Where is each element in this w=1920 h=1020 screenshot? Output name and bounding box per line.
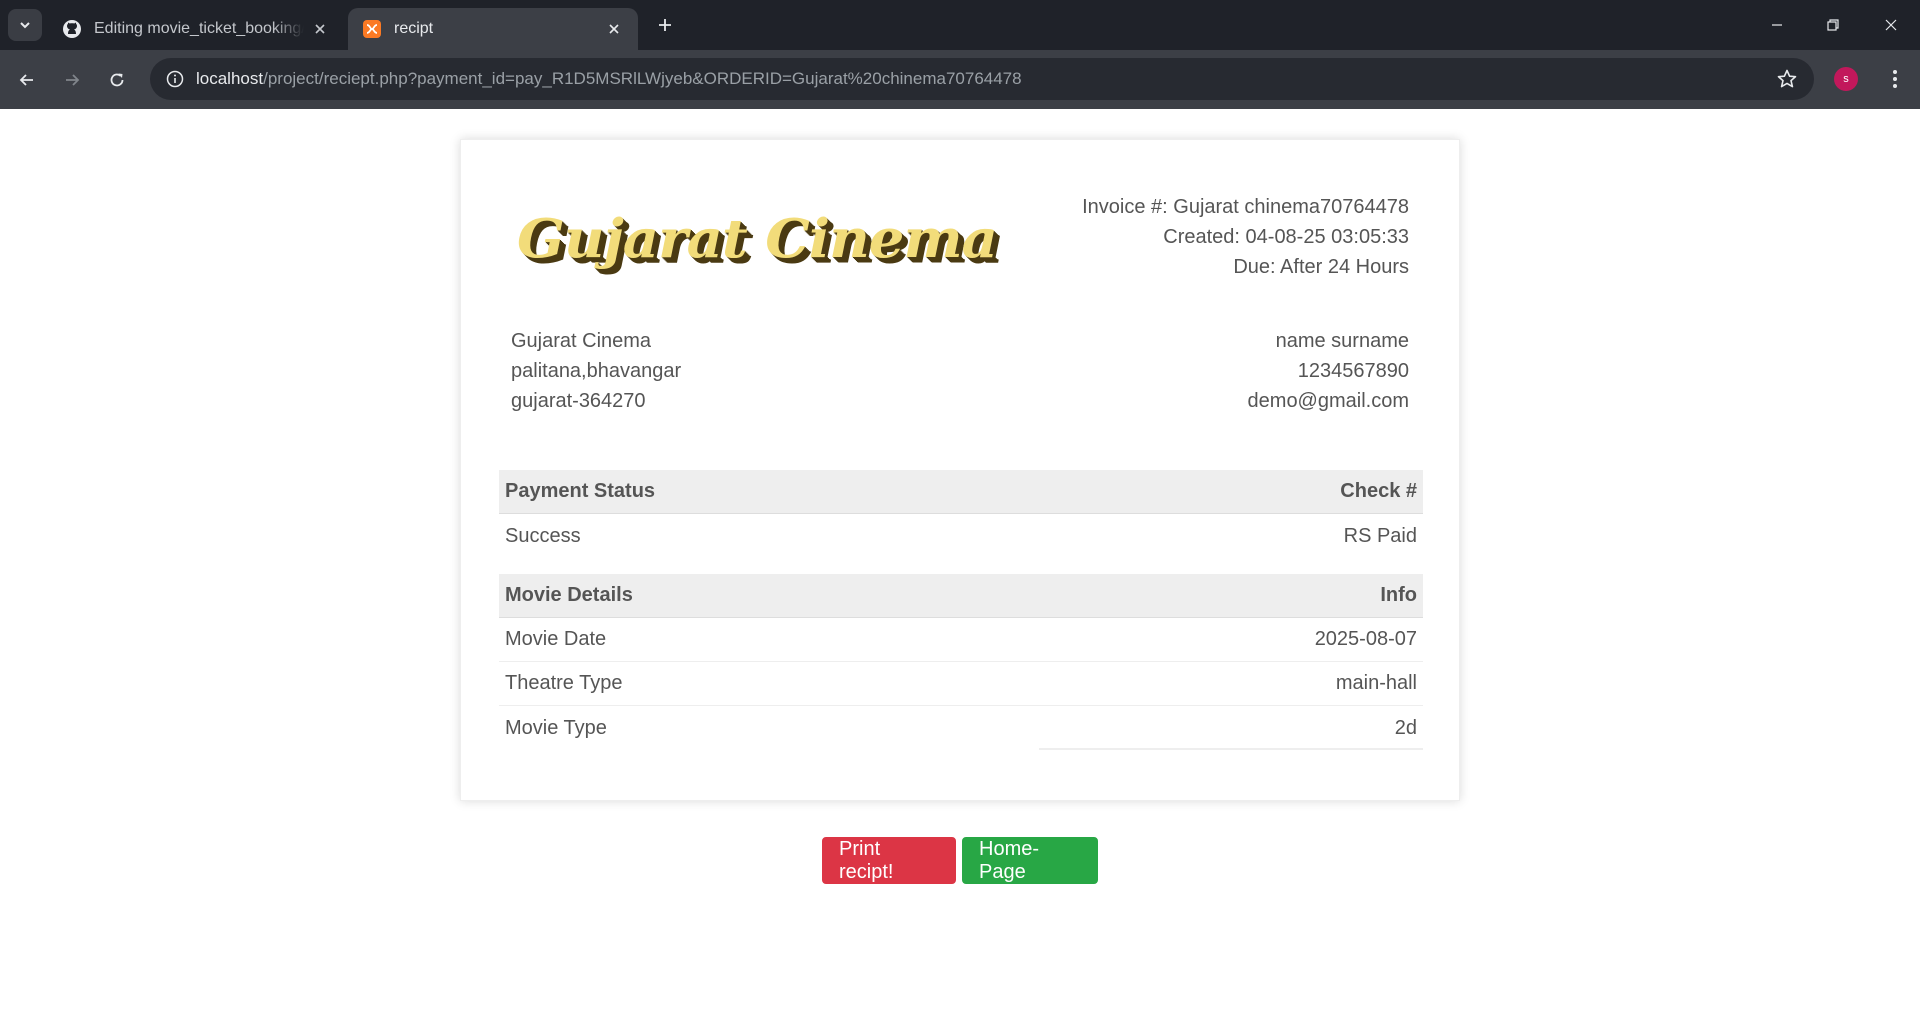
total-divider <box>1039 748 1423 750</box>
url-text: localhost/project/reciept.php?payment_id… <box>196 69 1022 89</box>
row-label: Movie Type <box>505 716 607 739</box>
customer-phone: 1234567890 <box>1297 360 1409 382</box>
browser-toolbar: localhost/project/reciept.php?payment_id… <box>0 50 1920 109</box>
invoice-meta: Invoice #: Gujarat chinema70764478 Creat… <box>1082 192 1409 282</box>
page-content: Gujarat Cinema Invoice #: Gujarat chinem… <box>0 109 1920 1020</box>
close-icon[interactable] <box>606 21 622 37</box>
forward-button[interactable] <box>57 65 87 95</box>
customer-email: demo@gmail.com <box>1247 390 1409 412</box>
payment-status-header: Payment Status <box>505 480 656 502</box>
table-row: Theatre Type main-hall <box>499 662 1423 706</box>
github-icon <box>63 20 81 38</box>
info-header: Info <box>1380 584 1417 606</box>
back-button[interactable] <box>12 65 42 95</box>
tab-search-button[interactable] <box>8 9 42 41</box>
url-path: /project/reciept.php?payment_id=pay_R1D5… <box>263 69 1022 88</box>
table-heading-row: Movie Details Info <box>499 574 1423 618</box>
table-row: Movie Type 2d <box>499 706 1423 750</box>
print-receipt-button[interactable]: Print recipt! <box>822 837 956 884</box>
minimize-button[interactable] <box>1762 10 1792 40</box>
invoice-box: Gujarat Cinema Invoice #: Gujarat chinem… <box>460 139 1460 801</box>
plus-icon <box>659 19 671 31</box>
url-host: localhost <box>196 69 264 88</box>
seller-address-line2: gujarat-364270 <box>511 390 646 412</box>
row-value: main-hall <box>1335 672 1417 694</box>
restore-button[interactable] <box>1818 10 1848 40</box>
row-value: 2d <box>1394 716 1417 739</box>
seller-info: Gujarat Cinema palitana,bhavangar gujara… <box>511 326 681 416</box>
new-tab-button[interactable] <box>652 12 678 38</box>
reload-button[interactable] <box>102 65 132 95</box>
arrow-left-icon <box>19 74 33 86</box>
check-header: Check # <box>1340 480 1417 502</box>
address-bar[interactable]: localhost/project/reciept.php?payment_id… <box>150 58 1814 100</box>
customer-name: name surname <box>1275 330 1409 352</box>
row-label: Movie Date <box>505 628 607 650</box>
xampp-icon <box>363 20 381 38</box>
site-info-button[interactable] <box>160 64 190 94</box>
cinema-logo: Gujarat Cinema <box>517 207 998 271</box>
movie-details-table: Movie Details Info Movie Date 2025-08-07… <box>499 574 1423 750</box>
customer-info: name surname 1234567890 demo@gmail.com <box>1248 326 1409 416</box>
tab-title: Editing movie_ticket_booking/R <box>94 20 304 37</box>
seller-address-line1: palitana,bhavangar <box>511 360 682 382</box>
browser-menu-button[interactable] <box>1880 64 1910 94</box>
table-row: Success RS Paid <box>499 514 1423 558</box>
invoice-number: Invoice #: Gujarat chinema70764478 <box>1082 196 1409 218</box>
reload-icon <box>110 73 124 87</box>
more-vertical-icon <box>1893 70 1897 88</box>
restore-icon <box>1827 19 1839 31</box>
info-icon <box>166 70 184 88</box>
check-value: RS Paid <box>1343 524 1417 547</box>
close-icon[interactable] <box>312 21 328 37</box>
browser-tab-bar: Editing movie_ticket_booking/R recipt <box>0 0 1920 50</box>
close-icon <box>1885 19 1897 31</box>
action-buttons: Print recipt! Home-Page <box>0 837 1920 884</box>
payment-status-value: Success <box>505 524 581 547</box>
home-page-button[interactable]: Home-Page <box>962 837 1098 884</box>
close-window-button[interactable] <box>1876 10 1906 40</box>
invoice-due: Due: After 24 Hours <box>1233 256 1409 278</box>
tab-recipt[interactable]: recipt <box>348 8 638 50</box>
row-value: 2025-08-07 <box>1314 628 1417 650</box>
minimize-icon <box>1772 24 1782 26</box>
arrow-right-icon <box>66 74 80 86</box>
bookmark-star-icon[interactable] <box>1776 68 1798 90</box>
tab-title: recipt <box>394 20 434 37</box>
profile-avatar[interactable]: s <box>1834 67 1858 91</box>
movie-details-header: Movie Details <box>505 584 633 606</box>
table-heading-row: Payment Status Check # <box>499 470 1423 514</box>
table-row: Movie Date 2025-08-07 <box>499 618 1423 662</box>
chevron-down-icon <box>20 22 30 29</box>
invoice-created: Created: 04-08-25 03:05:33 <box>1163 226 1409 248</box>
tab-github[interactable]: Editing movie_ticket_booking/R <box>48 8 344 50</box>
row-label: Theatre Type <box>505 672 623 694</box>
payment-table: Payment Status Check # Success RS Paid <box>499 470 1423 558</box>
seller-name: Gujarat Cinema <box>511 330 652 352</box>
